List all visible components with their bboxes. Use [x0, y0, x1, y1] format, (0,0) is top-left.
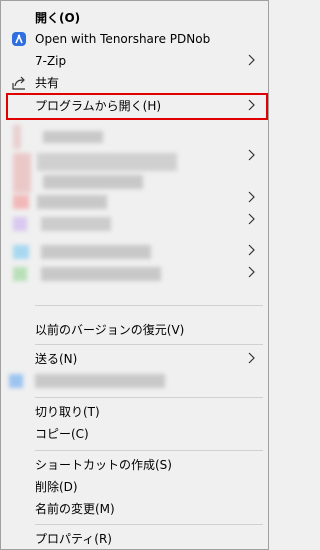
menu-item-open[interactable]: 開く(O)	[1, 7, 268, 29]
menu-item-label: 共有	[35, 76, 60, 90]
menu-item-open-with-pdnob[interactable]: Open with Tenorshare PDNob	[1, 28, 268, 50]
menu-item-open-with[interactable]: プログラムから開く(H)	[1, 95, 268, 117]
menu-item-properties[interactable]: プロパティ(R)	[1, 528, 268, 550]
menu-item-label: コピー(C)	[35, 427, 89, 441]
menu-item-label: プロパティ(R)	[35, 532, 112, 546]
obscured-menu-item	[9, 374, 169, 388]
menu-item-delete[interactable]: 削除(D)	[1, 476, 268, 498]
menu-item-rename[interactable]: 名前の変更(M)	[1, 498, 268, 520]
pdnob-icon	[11, 31, 27, 47]
chevron-right-icon[interactable]	[244, 212, 258, 226]
context-menu: 開く(O) Open with Tenorshare PDNob 7-Zip 共…	[0, 0, 269, 550]
menu-item-restore-previous-versions[interactable]: 以前のバージョンの復元(V)	[1, 319, 268, 341]
menu-item-label: 開く(O)	[35, 11, 81, 25]
menu-item-label: 送る(N)	[35, 352, 78, 366]
separator	[35, 524, 263, 525]
menu-item-share[interactable]: 共有	[1, 72, 268, 94]
menu-item-label: 7-Zip	[35, 54, 67, 68]
menu-item-7zip[interactable]: 7-Zip	[1, 50, 268, 72]
share-icon	[11, 75, 27, 91]
chevron-right-icon[interactable]	[244, 243, 258, 257]
menu-item-label: 切り取り(T)	[35, 405, 100, 419]
menu-item-label: 以前のバージョンの復元(V)	[35, 323, 185, 337]
menu-item-label: ショートカットの作成(S)	[35, 458, 172, 472]
menu-item-create-shortcut[interactable]: ショートカットの作成(S)	[1, 454, 268, 476]
chevron-right-icon[interactable]	[244, 148, 258, 162]
chevron-right-icon[interactable]	[244, 265, 258, 279]
separator	[35, 344, 263, 345]
menu-item-send-to[interactable]: 送る(N)	[1, 348, 268, 370]
obscured-menu-items	[13, 125, 183, 285]
menu-item-copy[interactable]: コピー(C)	[1, 423, 268, 445]
chevron-right-icon[interactable]	[244, 190, 258, 204]
chevron-right-icon	[244, 351, 258, 365]
chevron-right-icon	[244, 98, 258, 112]
menu-item-label: 名前の変更(M)	[35, 502, 115, 516]
separator	[35, 397, 263, 398]
separator	[35, 305, 263, 306]
menu-item-cut[interactable]: 切り取り(T)	[1, 401, 268, 423]
menu-item-label: 削除(D)	[35, 480, 78, 494]
separator	[35, 450, 263, 451]
menu-item-label: Open with Tenorshare PDNob	[35, 32, 211, 46]
chevron-right-icon	[244, 53, 258, 67]
menu-item-label: プログラムから開く(H)	[35, 99, 162, 113]
